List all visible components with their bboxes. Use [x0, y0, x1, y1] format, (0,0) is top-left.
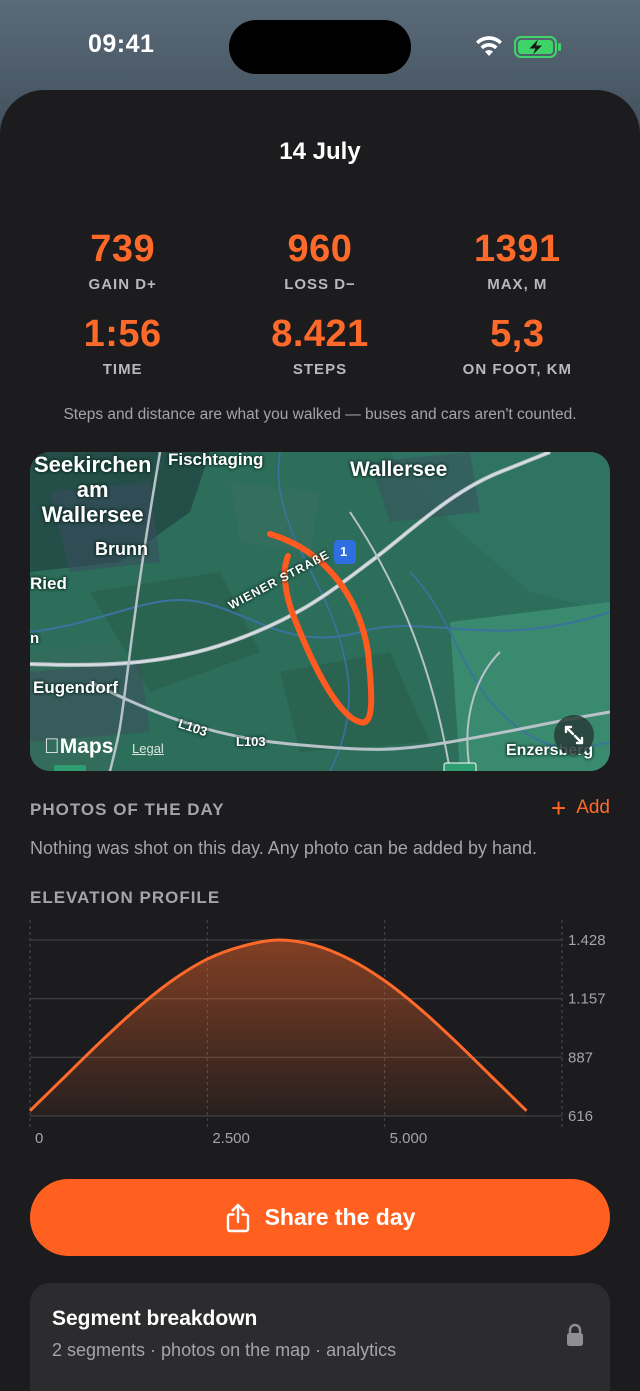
stat-distance: 5,3 ON FOOT, KM — [419, 311, 616, 378]
route-map[interactable]: Seekirchen am Wallersee Fischtaging Wall… — [30, 452, 610, 771]
plus-icon: + — [551, 793, 567, 823]
battery-charging-icon — [514, 36, 561, 58]
map-label: L103 — [236, 734, 266, 749]
wifi-icon — [476, 36, 502, 56]
stat-loss: 960 LOSS D− — [221, 226, 418, 293]
status-time: 09:41 — [88, 30, 155, 58]
steps-note: Steps and distance are what you walked —… — [63, 406, 577, 423]
map-label: Ried — [30, 574, 67, 593]
map-label: Seekirchen am Wallersee — [34, 452, 152, 527]
date-title: 14 July — [279, 138, 361, 165]
stat-value: 5,3 — [490, 313, 545, 355]
stat-label: MAX, M — [487, 276, 548, 293]
stat-time: 1:56 TIME — [24, 311, 221, 378]
stat-label: ON FOOT, KM — [462, 361, 572, 378]
stat-label: GAIN D+ — [88, 276, 157, 293]
map-label: Fischtaging — [168, 452, 264, 469]
expand-map-button[interactable] — [554, 715, 594, 755]
segment-title: Segment breakdown — [52, 1307, 258, 1330]
day-detail-sheet: 14 July 739 GAIN D+ 960 LOSS D− 1391 MAX… — [0, 90, 640, 1391]
stat-value: 739 — [90, 228, 156, 270]
y-tick-label: 1.157 — [568, 991, 606, 1008]
stat-steps: 8.421 STEPS — [221, 311, 418, 378]
apple-maps-logo: Maps — [44, 735, 113, 759]
stat-gain: 739 GAIN D+ — [24, 226, 221, 293]
status-bar: 09:41 — [0, 0, 640, 90]
elevation-header: ELEVATION PROFILE — [30, 888, 221, 907]
y-tick-label: 1.428 — [568, 932, 606, 949]
photos-empty-note: Nothing was shot on this day. Any photo … — [30, 838, 538, 858]
stat-max: 1391 MAX, M — [419, 226, 616, 293]
map-label: Wallersee — [350, 458, 448, 481]
add-photo-button[interactable]: + Add — [551, 793, 610, 823]
stat-value: 8.421 — [271, 313, 369, 355]
stat-label: TIME — [102, 361, 143, 378]
share-day-label: Share the day — [264, 1204, 416, 1230]
x-tick-label: 0 — [35, 1130, 43, 1147]
stat-value: 960 — [287, 228, 353, 270]
segment-breakdown-card[interactable]: Segment breakdown 2 segments · photos on… — [30, 1283, 610, 1391]
elevation-chart: 616 887 1.157 1.428 0 2.500 5.000 — [28, 920, 606, 1147]
stat-value: 1391 — [474, 228, 561, 270]
segment-subtitle: 2 segments · photos on the map · analyti… — [52, 1340, 397, 1360]
y-tick-label: 616 — [568, 1108, 593, 1125]
map-label: Eugendorf — [33, 678, 118, 697]
map-label: n — [30, 630, 40, 647]
y-tick-label: 887 — [568, 1049, 593, 1066]
share-icon — [226, 1203, 249, 1232]
x-tick-label: 5.000 — [390, 1130, 428, 1147]
stat-label: STEPS — [292, 361, 348, 378]
expand-icon — [564, 725, 584, 745]
road-number-label: 1 — [340, 544, 348, 559]
photos-header: PHOTOS OF THE DAY — [30, 800, 225, 819]
stats-grid: 739 GAIN D+ 960 LOSS D− 1391 MAX, M 1:56… — [24, 226, 616, 378]
legal-link[interactable]: Legal — [132, 741, 164, 756]
stat-value: 1:56 — [83, 313, 162, 355]
x-tick-label: 2.500 — [212, 1130, 250, 1147]
stat-label: LOSS D− — [284, 276, 356, 293]
dynamic-island — [229, 20, 411, 74]
add-photo-label: Add — [576, 797, 610, 818]
lock-icon — [567, 1323, 583, 1346]
share-day-button[interactable]: Share the day — [30, 1179, 610, 1256]
map-label: Brunn — [95, 539, 148, 559]
maps-attribution: Maps — [44, 735, 114, 758]
elevation-area — [30, 939, 527, 1116]
